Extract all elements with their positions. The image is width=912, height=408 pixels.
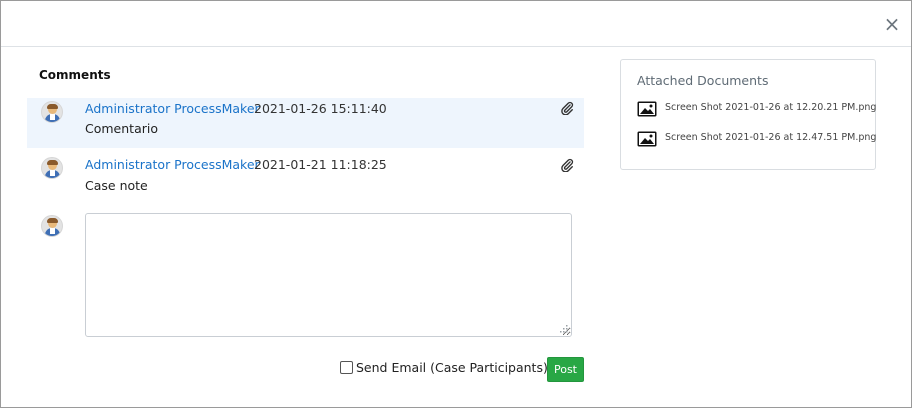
avatar — [41, 157, 63, 179]
document-name[interactable]: Screen Shot 2021-01-26 at 12.20.21 PM.pn… — [665, 102, 876, 113]
resize-grip-icon[interactable] — [559, 324, 569, 334]
avatar — [41, 101, 63, 123]
image-icon — [637, 131, 657, 147]
document-item[interactable]: Screen Shot 2021-01-26 at 12.20.21 PM.pn… — [635, 97, 876, 121]
dialog-header: × — [1, 1, 911, 47]
comment-item: Administrator ProcessMaker 2021-01-21 11… — [27, 155, 584, 205]
paperclip-icon[interactable] — [560, 101, 574, 115]
comments-title: Comments — [39, 68, 111, 82]
attached-documents-panel: Attached Documents Screen Shot 2021-01-2… — [620, 59, 876, 170]
close-button[interactable]: × — [881, 12, 903, 36]
current-user-avatar — [41, 215, 63, 237]
send-email-label[interactable]: Send Email (Case Participants) — [356, 360, 548, 375]
new-comment-textarea[interactable] — [85, 213, 572, 337]
comment-text: Comentario — [85, 121, 158, 136]
comment-author[interactable]: Administrator ProcessMaker — [85, 101, 260, 116]
paperclip-icon[interactable] — [560, 158, 574, 172]
comment-item: Administrator ProcessMaker 2021-01-26 15… — [27, 98, 584, 148]
post-button[interactable]: Post — [547, 357, 584, 382]
document-name[interactable]: Screen Shot 2021-01-26 at 12.47.51 PM.pn… — [665, 132, 876, 143]
document-item[interactable]: Screen Shot 2021-01-26 at 12.47.51 PM.pn… — [635, 127, 876, 151]
comment-author[interactable]: Administrator ProcessMaker — [85, 157, 260, 172]
comment-text: Case note — [85, 178, 148, 193]
comment-date: 2021-01-26 15:11:40 — [254, 101, 387, 116]
attached-documents-title: Attached Documents — [637, 73, 769, 88]
send-email-checkbox[interactable] — [340, 361, 353, 374]
case-notes-dialog: × Comments Administrator ProcessMaker 20… — [0, 0, 912, 408]
image-icon — [637, 101, 657, 117]
comment-date: 2021-01-21 11:18:25 — [254, 157, 387, 172]
